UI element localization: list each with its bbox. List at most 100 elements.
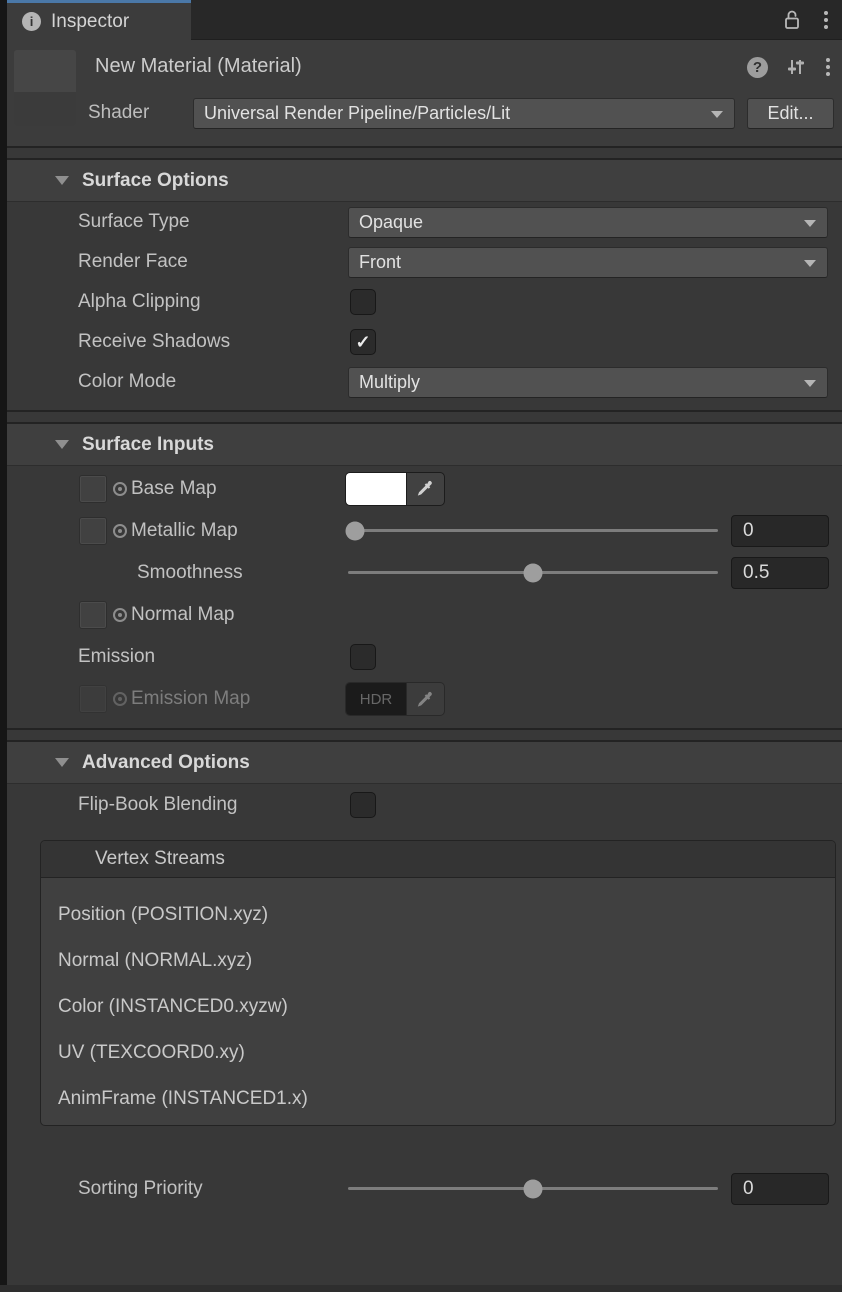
receive-shadows-label: Receive Shadows — [78, 331, 230, 353]
metallic-slider-knob[interactable] — [346, 521, 365, 540]
eyedropper-button[interactable] — [406, 683, 444, 715]
panel-bottom-edge — [0, 1285, 842, 1292]
tab-inspector[interactable]: i Inspector — [7, 0, 191, 40]
row-surface-type: Surface Type Opaque — [7, 202, 842, 242]
object-picker-icon[interactable] — [113, 608, 127, 622]
section-surface-inputs[interactable]: Surface Inputs — [7, 424, 842, 466]
color-mode-dropdown[interactable]: Multiply — [348, 367, 828, 398]
surface-type-label: Surface Type — [78, 211, 190, 233]
row-emission: Emission — [7, 636, 842, 678]
color-mode-label: Color Mode — [78, 371, 176, 393]
alpha-clipping-label: Alpha Clipping — [78, 291, 201, 313]
row-base-map: Base Map — [7, 467, 842, 510]
row-normal-map: Normal Map — [7, 594, 842, 636]
unlock-icon[interactable] — [782, 9, 802, 31]
section-title: Advanced Options — [82, 752, 250, 774]
material-preview-thumbnail[interactable] — [14, 50, 76, 126]
shader-dropdown-value: Universal Render Pipeline/Particles/Lit — [204, 103, 510, 124]
metallic-slider[interactable] — [348, 529, 718, 532]
presets-icon[interactable] — [785, 57, 807, 77]
render-face-label: Render Face — [78, 251, 188, 273]
window-menu-icon[interactable] — [822, 7, 830, 33]
material-title: New Material (Material) — [95, 55, 302, 78]
surface-type-dropdown[interactable]: Opaque — [348, 207, 828, 238]
smoothness-slider[interactable] — [348, 571, 718, 574]
sorting-priority-value-field[interactable]: 0 — [731, 1173, 829, 1205]
hdr-badge: HDR — [360, 691, 393, 708]
material-header: New Material (Material) ? Shader Univers… — [7, 40, 842, 146]
panel-left-edge — [0, 0, 7, 1292]
render-face-dropdown[interactable]: Front — [348, 247, 828, 278]
object-picker-icon[interactable] — [113, 482, 127, 496]
shader-label: Shader — [88, 102, 149, 124]
metallic-value-field[interactable]: 0 — [731, 515, 829, 547]
sorting-priority-slider[interactable] — [348, 1187, 718, 1190]
vertex-stream-item[interactable]: Color (INSTANCED0.xyzw) — [41, 984, 835, 1030]
object-picker-icon[interactable] — [113, 524, 127, 538]
separator — [7, 146, 842, 160]
row-emission-map: Emission Map HDR — [7, 678, 842, 720]
chevron-down-icon — [804, 220, 816, 227]
base-map-color-group — [345, 472, 445, 506]
chevron-down-icon — [804, 260, 816, 267]
emission-color-group: HDR — [345, 682, 445, 716]
emission-label: Emission — [78, 646, 155, 668]
context-menu-icon[interactable] — [824, 54, 832, 80]
row-receive-shadows: Receive Shadows ✓ — [7, 322, 842, 362]
flip-book-blending-label: Flip-Book Blending — [78, 794, 237, 816]
vertex-stream-item[interactable]: Normal (NORMAL.xyz) — [41, 938, 835, 984]
row-flip-book-blending: Flip-Book Blending — [7, 784, 842, 826]
foldout-triangle-icon — [55, 758, 69, 767]
foldout-triangle-icon — [55, 440, 69, 449]
section-advanced-options[interactable]: Advanced Options — [7, 742, 842, 784]
separator — [7, 728, 842, 742]
eyedropper-icon — [417, 480, 434, 497]
row-sorting-priority: Sorting Priority 0 — [7, 1168, 842, 1210]
emission-hdr-swatch[interactable]: HDR — [346, 683, 406, 715]
chevron-down-icon — [711, 111, 723, 118]
smoothness-label: Smoothness — [137, 562, 243, 584]
help-icon[interactable]: ? — [747, 57, 768, 78]
vertex-stream-item[interactable]: AnimFrame (INSTANCED1.x) — [41, 1076, 835, 1122]
foldout-triangle-icon — [55, 176, 69, 185]
base-map-texture-slot[interactable] — [80, 476, 106, 502]
receive-shadows-checkbox[interactable]: ✓ — [350, 329, 376, 355]
eyedropper-button[interactable] — [406, 473, 444, 505]
smoothness-value-field[interactable]: 0.5 — [731, 557, 829, 589]
metallic-map-texture-slot[interactable] — [80, 518, 106, 544]
tab-bar: i Inspector — [7, 0, 842, 40]
section-title: Surface Inputs — [82, 434, 214, 456]
separator — [7, 410, 842, 424]
section-title: Surface Options — [82, 170, 229, 192]
alpha-clipping-checkbox[interactable] — [350, 289, 376, 315]
row-render-face: Render Face Front — [7, 242, 842, 282]
normal-map-texture-slot[interactable] — [80, 602, 106, 628]
sorting-priority-label: Sorting Priority — [78, 1178, 203, 1200]
normal-map-label: Normal Map — [131, 604, 234, 626]
row-metallic-map: Metallic Map 0 — [7, 510, 842, 552]
section-surface-options[interactable]: Surface Options — [7, 160, 842, 202]
eyedropper-icon — [417, 691, 434, 708]
shader-dropdown[interactable]: Universal Render Pipeline/Particles/Lit — [193, 98, 735, 129]
chevron-down-icon — [804, 380, 816, 387]
vertex-stream-item[interactable]: Position (POSITION.xyz) — [41, 892, 835, 938]
row-smoothness: Smoothness 0.5 — [7, 552, 842, 594]
tab-label: Inspector — [51, 11, 129, 33]
flip-book-blending-checkbox[interactable] — [350, 792, 376, 818]
emission-map-label: Emission Map — [131, 688, 250, 710]
vertex-streams-header: Vertex Streams — [41, 841, 835, 878]
metallic-map-label: Metallic Map — [131, 520, 238, 542]
sorting-priority-slider-knob[interactable] — [524, 1179, 543, 1198]
smoothness-slider-knob[interactable] — [524, 563, 543, 582]
check-icon: ✓ — [355, 332, 370, 353]
row-color-mode: Color Mode Multiply — [7, 362, 842, 402]
emission-checkbox[interactable] — [350, 644, 376, 670]
emission-map-texture-slot[interactable] — [80, 686, 106, 712]
info-icon: i — [22, 12, 41, 31]
row-alpha-clipping: Alpha Clipping — [7, 282, 842, 322]
shader-edit-button[interactable]: Edit... — [747, 98, 834, 129]
base-map-color-swatch[interactable] — [346, 473, 406, 505]
object-picker-icon[interactable] — [113, 692, 127, 706]
base-map-label: Base Map — [131, 478, 217, 500]
vertex-stream-item[interactable]: UV (TEXCOORD0.xy) — [41, 1030, 835, 1076]
